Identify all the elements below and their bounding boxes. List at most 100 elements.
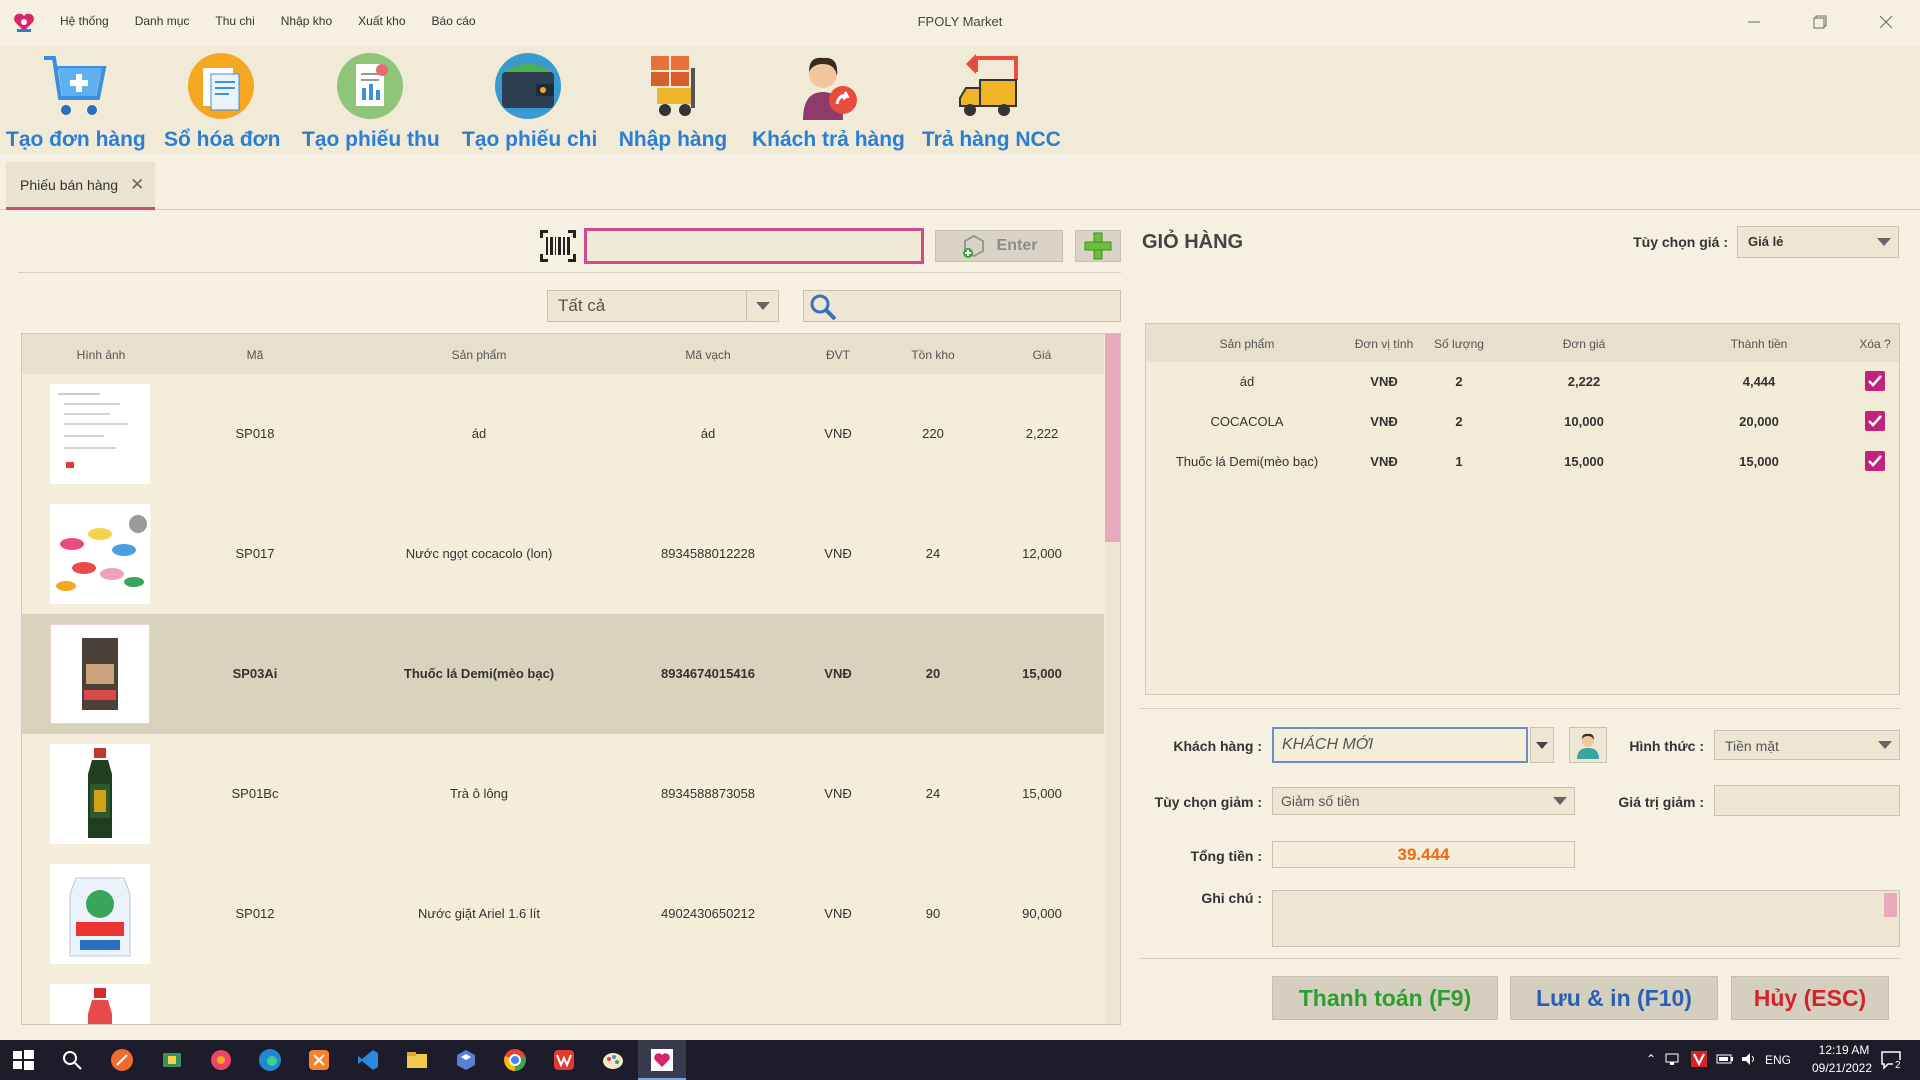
volume-icon[interactable] [1740,1050,1758,1068]
cart-row[interactable]: COCACOLA VNĐ 2 10,000 20,000 [1146,402,1899,442]
menu-item-he-thong[interactable]: Hệ thống [60,14,109,28]
snipping-tool-icon[interactable] [160,1048,184,1072]
create-order-button[interactable]: Tạo đơn hàng [6,50,146,152]
save-print-button[interactable]: Lưu & in (F10) [1510,976,1718,1020]
col-header-barcode: Mã vạch [685,348,731,362]
delete-checkbox[interactable] [1865,451,1885,471]
restore-button[interactable] [1798,6,1842,38]
category-select[interactable]: Tất cả [547,290,779,322]
product-barcode: 4902430650212 [661,906,755,921]
product-barcode: 8934674015416 [661,666,755,681]
add-product-button[interactable] [1075,230,1121,262]
clock-date[interactable]: 09/21/2022 [1799,1061,1885,1075]
product-image [50,984,150,1024]
product-stock: 24 [925,786,941,801]
vscode-icon[interactable] [356,1048,380,1072]
toolbar: Tạo đơn hàng Sổ hóa đơn Tạo phiếu thu Tạ… [0,46,1920,154]
chevron-down-icon [1871,731,1899,759]
table-row[interactable] [22,974,1104,1024]
menu-item-thu-chi[interactable]: Thu chi [215,14,254,28]
note-textarea[interactable] [1272,890,1900,947]
customer-lookup-button[interactable] [1569,727,1607,763]
cart-unit-price: 2,222 [1567,374,1601,389]
create-payment-button[interactable]: Tạo phiếu chi [462,50,597,152]
tab-phieu-ban-hang[interactable]: Phiếu bán hàng ✕ [6,162,155,210]
close-window-button[interactable] [1864,6,1908,38]
payment-method-label: Hình thức : [1629,738,1704,754]
delete-checkbox[interactable] [1865,411,1885,431]
col-header-unit-price: Đơn giá [1562,337,1606,351]
cart-qty[interactable]: 2 [1455,374,1462,389]
product-table-scrollbar[interactable] [1105,334,1120,1024]
customer-input[interactable]: KHÁCH MỚI [1272,727,1528,763]
discount-value-input[interactable] [1714,785,1900,816]
table-row[interactable]: SP018 ád ád VNĐ 220 2,222 [22,374,1104,494]
cart-row[interactable]: ád VNĐ 2 2,222 4,444 [1146,362,1899,402]
total-amount: 39.444 [1272,841,1575,868]
receipt-icon [337,53,403,119]
file-explorer-icon[interactable] [405,1048,429,1072]
barcode-scan-input[interactable] [584,228,924,264]
windows-start-icon[interactable] [11,1048,35,1072]
enter-button[interactable]: Enter [935,230,1063,262]
app-orange-icon[interactable] [110,1048,134,1072]
cart-qty[interactable]: 2 [1455,414,1462,429]
table-row[interactable]: SP017 Nước ngọt cocacolo (lon) 893458801… [22,494,1104,614]
paint-icon[interactable] [601,1048,625,1072]
payment-method-select[interactable]: Tiền mặt [1714,730,1900,760]
delete-checkbox[interactable] [1865,371,1885,391]
table-row[interactable]: SP01Bc Trà ô lông 8934588873058 VNĐ 24 1… [22,734,1104,854]
clock-time[interactable]: 12:19 AM [1806,1043,1882,1057]
product-barcode: ád [700,426,716,441]
product-price: 90,000 [1022,906,1062,921]
wps-office-icon[interactable] [552,1048,576,1072]
language-indicator[interactable]: ENG [1765,1053,1791,1067]
network-icon[interactable] [1665,1050,1683,1068]
table-row[interactable]: SP012 Nước giặt Ariel 1.6 lít 4902430650… [22,854,1104,974]
product-price: 15,000 [1022,786,1062,801]
barcode-icon [540,230,576,262]
product-search-input[interactable] [803,290,1121,322]
antivirus-icon[interactable] [1690,1050,1708,1068]
active-app-fpoly[interactable] [638,1040,686,1080]
title-bar: Hệ thống Danh mục Thu chi Nhập kho Xuất … [0,0,1920,46]
menu-item-bao-cao[interactable]: Báo cáo [432,14,476,28]
tray-chevron-up-icon[interactable]: ⌃ [1646,1052,1656,1066]
divider [1140,708,1900,709]
scrollbar-thumb[interactable] [1105,334,1120,542]
note-scrollbar-thumb[interactable] [1884,893,1897,917]
app-pink-icon[interactable] [209,1048,233,1072]
menu-item-nhap-kho[interactable]: Nhập kho [281,14,332,28]
menu-item-danh-muc[interactable]: Danh mục [135,14,190,28]
search-icon[interactable] [60,1048,84,1072]
product-name: Nước giặt Ariel 1.6 lít [418,906,540,921]
add-box-icon [962,234,984,258]
chrome-icon[interactable] [503,1048,527,1072]
check-icon [1868,375,1882,387]
menu-item-xuat-kho[interactable]: Xuất kho [358,14,405,28]
customer-dropdown-button[interactable] [1530,727,1554,763]
discount-option-select[interactable]: Giảm số tiền [1272,787,1575,815]
battery-icon[interactable] [1716,1050,1734,1068]
pay-button[interactable]: Thanh toán (F9) [1272,976,1498,1020]
price-option-select[interactable]: Giá lẻ [1737,226,1899,258]
cancel-button[interactable]: Hủy (ESC) [1731,976,1889,1020]
cart-row[interactable]: Thuốc lá Demi(mèo bạc) VNĐ 1 15,000 15,0… [1146,442,1899,482]
edge-icon[interactable] [258,1048,282,1072]
close-tab-icon[interactable]: ✕ [130,175,144,195]
return-to-supplier-button[interactable]: Trả hàng NCC [922,50,1061,152]
xampp-icon[interactable] [307,1048,331,1072]
minimize-button[interactable] [1732,6,1776,38]
app-cube-icon[interactable] [454,1048,478,1072]
cart-table: Sản phẩm Đơn vị tính Số lượng Đơn giá Th… [1145,323,1900,695]
minimize-icon [1748,21,1760,23]
create-receipt-button[interactable]: Tạo phiếu thu [302,50,440,152]
table-row-selected[interactable]: SP03Ai Thuốc lá Demi(mèo bạc) 8934674015… [22,614,1104,734]
price-option-value: Giá lẻ [1748,234,1784,249]
customer-return-button[interactable]: Khách trả hàng [752,50,905,152]
cart-qty[interactable]: 1 [1455,454,1462,469]
import-goods-button[interactable]: Nhập hàng [618,50,728,152]
cart-unit: VNĐ [1370,374,1398,389]
invoice-book-button[interactable]: Sổ hóa đơn [164,50,280,152]
product-image [50,744,150,844]
